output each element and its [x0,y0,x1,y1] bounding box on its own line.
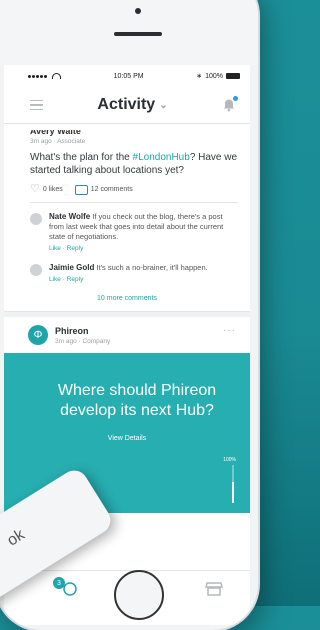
notification-dot [233,96,238,101]
page-title-label: Activity [97,96,156,113]
tab-badge: 3 [53,577,65,589]
comment-author[interactable]: Nate Wolfe [49,212,90,221]
speaker-grille [114,32,162,36]
comment-icon [74,184,88,195]
view-details-button[interactable]: View Details [4,435,250,442]
company-post-header: Φ Phireon 3m ago · Company ··· [4,317,250,353]
comment-item: Jaimie Gold It's such a no-brainer, it'l… [4,254,250,285]
comments-count: 12 comments [90,186,133,193]
chevron-down-icon: ⌄ [159,99,168,111]
post-body: What's the plan for the #LondonHub? Have… [30,152,238,176]
more-comments-link[interactable]: 10 more comments [4,285,250,312]
battery-icon [226,73,240,79]
comment-text: It's such a no-brainer, it'll happen. [96,263,208,272]
bluetooth-icon: ∗ [196,73,203,80]
signal-icon [28,73,48,80]
progress-fill [232,482,234,503]
comment-actions[interactable]: Like · Reply [49,275,208,285]
company-logo[interactable]: Φ [28,325,48,345]
wifi-icon [52,73,61,79]
tab-store[interactable] [205,581,223,597]
promo-title: Where should Phireon develop its next Hu… [57,382,217,419]
comment-actions[interactable]: Like · Reply [49,244,238,254]
avatar[interactable] [30,264,42,276]
storefront-icon [205,582,223,596]
company-post-meta: 3m ago · Company [55,337,111,345]
camera-dot [135,8,141,14]
comment-author[interactable]: Jaimie Gold [49,263,94,272]
hashtag-link[interactable]: #LondonHub [133,152,190,163]
page-title[interactable]: Activity ⌄ [97,96,167,114]
comment-item: Nate Wolfe If you check out the blog, th… [4,203,250,254]
comments-button[interactable]: 12 comments [74,184,133,195]
heart-icon: ♡ [30,183,40,195]
likes-count: 0 likes [42,186,63,193]
ok-button-label: ok [4,526,28,550]
menu-icon[interactable] [30,99,43,111]
more-options-icon[interactable]: ··· [223,325,236,336]
battery-percent: 100% [205,72,223,80]
nav-bar: Activity ⌄ [4,87,250,124]
status-time: 10:05 PM [113,72,144,80]
post-meta: 3m ago · Associate [30,138,86,145]
progress-label: 100% [223,457,236,463]
post-author[interactable]: Avery Waite [30,130,238,136]
status-bar: 10:05 PM ∗ 100% [4,65,250,87]
like-button[interactable]: ♡ 0 likes [30,184,63,195]
avatar[interactable] [30,213,42,225]
company-name[interactable]: Phireon [55,326,110,336]
notification-bell-icon[interactable] [222,96,238,112]
tab-activity[interactable]: 3 [53,577,79,597]
post-actions: ♡ 0 likes 12 comments [30,184,238,195]
progress-track [232,465,234,503]
home-button[interactable] [114,570,164,620]
activity-post: Avery Waite 3m ago · Associate What's th… [4,124,250,203]
